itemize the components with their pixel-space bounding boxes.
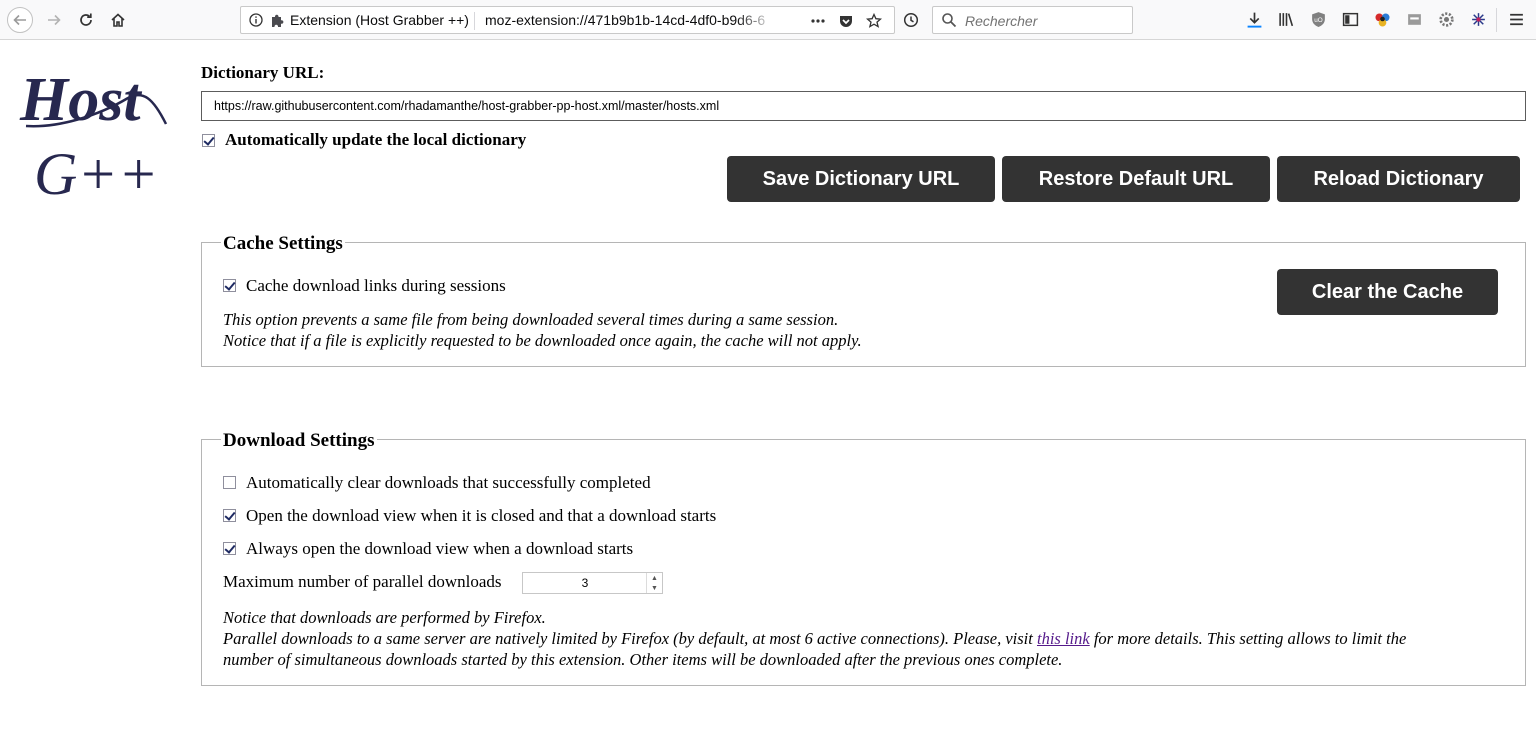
address-bar[interactable]: Extension (Host Grabber ++) moz-extensio… <box>240 6 895 34</box>
identity-label: Extension (Host Grabber ++) <box>290 12 469 28</box>
max-parallel-downloads-value[interactable]: 3 <box>523 576 647 590</box>
sidebar-icon[interactable] <box>1341 10 1359 28</box>
auto-clear-downloads-checkbox[interactable] <box>223 476 236 489</box>
max-parallel-downloads-label: Maximum number of parallel downloads <box>223 572 502 591</box>
back-button[interactable] <box>6 6 34 34</box>
restore-default-url-button[interactable]: Restore Default URL <box>1002 156 1270 202</box>
auto-update-label: Automatically update the local dictionar… <box>225 130 527 149</box>
hamburger-menu-icon[interactable] <box>1507 10 1525 28</box>
max-parallel-downloads-spinner[interactable]: 3 ▲ ▼ <box>522 572 663 594</box>
cache-note: This option prevents a same file from be… <box>223 309 862 351</box>
logo-line2: G++ <box>34 141 158 207</box>
search-icon <box>942 13 957 28</box>
cache-note-line2: Notice that if a file is explicitly requ… <box>223 331 862 350</box>
this-link[interactable]: this link <box>1037 629 1090 648</box>
always-open-view-label: Always open the download view when a dow… <box>246 539 634 558</box>
cache-links-checkbox[interactable] <box>223 279 236 292</box>
clear-cache-button[interactable]: Clear the Cache <box>1277 269 1498 315</box>
spinner-down-icon[interactable]: ▼ <box>647 583 662 593</box>
downloads-note-line2: Parallel downloads to a same server are … <box>223 628 1513 649</box>
auto-update-checkbox[interactable] <box>202 134 215 147</box>
clock-icon <box>903 12 919 28</box>
search-bar[interactable]: Rechercher <box>932 6 1133 34</box>
downloads-note: Notice that downloads are performed by F… <box>223 607 1513 670</box>
url-separator <box>474 12 475 30</box>
download-settings-legend: Download Settings <box>221 430 377 452</box>
forward-button[interactable] <box>40 6 68 34</box>
forward-arrow-icon <box>48 14 61 26</box>
downloads-note-line2-after: for more details. This setting allows to… <box>1093 629 1407 648</box>
page-actions-icon[interactable] <box>809 12 827 30</box>
host-grabber-logo: Host G++ <box>19 66 168 207</box>
logo-line1: Host <box>19 66 142 134</box>
puzzle-piece-icon <box>272 14 284 27</box>
host-grabber-extension-icon[interactable] <box>1469 10 1487 28</box>
downloads-note-line2-before: Parallel downloads to a same server are … <box>223 629 1033 648</box>
reload-dictionary-button[interactable]: Reload Dictionary <box>1277 156 1520 202</box>
svg-text:uO: uO <box>1314 17 1323 24</box>
cache-note-line1: This option prevents a same file from be… <box>223 310 839 329</box>
back-arrow-icon <box>7 7 33 33</box>
browser-toolbar: Extension (Host Grabber ++) moz-extensio… <box>0 0 1536 40</box>
library-icon[interactable] <box>1277 10 1295 28</box>
history-button[interactable] <box>897 6 925 34</box>
info-icon[interactable] <box>249 13 263 27</box>
spinner-arrows: ▲ ▼ <box>646 573 662 593</box>
save-dictionary-url-button[interactable]: Save Dictionary URL <box>727 156 995 202</box>
cache-links-label: Cache download links during sessions <box>246 276 506 295</box>
open-view-when-closed-checkbox[interactable] <box>223 509 236 522</box>
toolbar-separator <box>1496 8 1497 32</box>
reload-icon <box>80 13 92 26</box>
home-button[interactable] <box>104 6 132 34</box>
auto-clear-downloads-label: Automatically clear downloads that succe… <box>246 473 651 492</box>
downloads-note-line1: Notice that downloads are performed by F… <box>223 608 546 627</box>
home-icon <box>111 13 125 27</box>
open-view-when-closed-label: Open the download view when it is closed… <box>246 506 717 525</box>
gear-extension-icon[interactable] <box>1437 10 1455 28</box>
pocket-icon[interactable] <box>837 12 855 30</box>
color-balls-icon[interactable] <box>1373 10 1391 28</box>
url-text[interactable]: moz-extension://471b9b1b-14cd-4df0-b9d6-… <box>485 12 775 28</box>
search-placeholder: Rechercher <box>965 13 1038 29</box>
always-open-view-checkbox[interactable] <box>223 542 236 555</box>
cache-settings-legend: Cache Settings <box>221 233 345 255</box>
downloads-note-line3: number of simultaneous downloads started… <box>223 650 1063 669</box>
bookmark-star-icon[interactable] <box>865 12 883 30</box>
spinner-up-icon[interactable]: ▲ <box>647 573 662 583</box>
dictionary-url-input[interactable] <box>201 91 1526 121</box>
downloads-icon[interactable] <box>1245 10 1263 28</box>
ublock-shield-icon[interactable]: uO <box>1309 10 1327 28</box>
container-icon[interactable] <box>1405 10 1423 28</box>
reload-button[interactable] <box>72 6 100 34</box>
dictionary-url-label: Dictionary URL: <box>201 63 325 82</box>
